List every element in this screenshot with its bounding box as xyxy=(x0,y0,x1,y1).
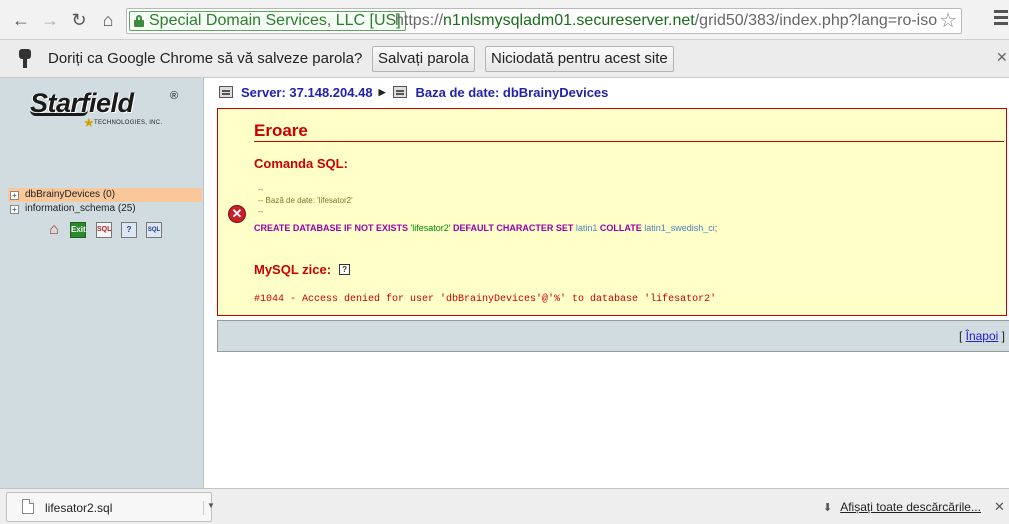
back-arrow-icon[interactable]: ← xyxy=(10,9,32,31)
sql-keyword: CREATE DATABASE IF NOT EXISTS xyxy=(254,223,409,233)
home-icon[interactable]: ⌂ xyxy=(46,222,62,238)
error-message: #1044 - Access denied for user 'dbBrainy… xyxy=(254,294,717,305)
file-icon xyxy=(22,499,34,514)
database-icon xyxy=(393,86,408,98)
breadcrumb: Server: 37.148.204.48 ▶ Baza de date: db… xyxy=(219,84,608,100)
url-path: /grid50/383/index.php?lang=ro-iso xyxy=(694,12,938,29)
download-filename[interactable]: lifesator2.sql xyxy=(45,501,112,515)
download-arrow-icon: ⬇ xyxy=(823,501,833,514)
error-icon: ✕ xyxy=(228,205,246,223)
help-icon[interactable]: ? xyxy=(339,264,351,275)
close-icon[interactable]: ✕ xyxy=(994,499,1005,515)
url-scheme: https:// xyxy=(395,12,444,29)
password-prompt: Doriți ca Google Chrome să vă salveze pa… xyxy=(48,50,363,67)
server-icon xyxy=(219,86,233,98)
logo-star-icon: ★ xyxy=(83,115,95,130)
breadcrumb-server[interactable]: Server: 37.148.204.48 xyxy=(241,85,373,100)
mysql-says-heading: MySQL zice: ? xyxy=(254,262,351,277)
never-save-button[interactable]: Niciodată pentru acest site xyxy=(485,46,674,72)
chevron-down-icon[interactable]: ▼ xyxy=(203,501,215,515)
show-all-downloads-link[interactable]: ⬇ Afișați toate descărcările... xyxy=(823,500,981,514)
home-icon[interactable]: ⌂ xyxy=(97,9,119,31)
sql-icon[interactable]: SQL xyxy=(96,222,112,238)
sql-comment-lines: -- -- Bază de date: 'lifesator2' -- xyxy=(258,185,353,216)
download-item[interactable]: lifesator2.sql ▼ xyxy=(6,492,215,522)
logo-subtitle: TECHNOLOGIES, INC. xyxy=(94,120,163,126)
expand-icon[interactable]: + xyxy=(10,191,19,200)
query-icon[interactable]: SQL xyxy=(146,222,162,238)
breadcrumb-database[interactable]: Baza de date: dbBrainyDevices xyxy=(415,85,608,100)
url-host: n1nlsmysqladm01.secureserver.net xyxy=(443,12,695,29)
database-tree: + dbBrainyDevices (0) + information_sche… xyxy=(8,188,202,216)
sql-collation: latin1_swedish_ci xyxy=(644,223,715,233)
back-link-wrapper: [ Înapoi ] xyxy=(959,329,1005,343)
error-panel: ✕ Eroare Comanda SQL: -- -- Bază de date… xyxy=(217,108,1007,316)
close-icon[interactable]: ✕ xyxy=(996,49,1008,66)
breadcrumb-arrow-icon: ▶ xyxy=(378,86,386,97)
mysql-says-label: MySQL zice: xyxy=(254,262,332,277)
tree-item-label[interactable]: information_schema (25) xyxy=(25,203,136,214)
main-content-frame: Server: 37.148.204.48 ▶ Baza de date: db… xyxy=(205,78,1009,488)
save-password-button[interactable]: Salvați parola xyxy=(372,46,475,72)
sql-keyword: COLLATE xyxy=(599,223,642,233)
sql-keyword: DEFAULT CHARACTER SET xyxy=(453,223,574,233)
password-infobar: Doriți ca Google Chrome să vă salveze pa… xyxy=(0,40,1009,78)
tree-item-dbbrainydevices[interactable]: + dbBrainyDevices (0) xyxy=(8,188,202,202)
exit-icon[interactable]: Exit xyxy=(70,222,86,238)
sql-charset: latin1 xyxy=(575,223,598,233)
bookmark-star-icon[interactable]: ☆ xyxy=(939,10,957,32)
url-text[interactable]: https://n1nlsmysqladm01.secureserver.net… xyxy=(395,12,937,30)
sql-terminator: ; xyxy=(714,223,718,233)
lock-icon xyxy=(134,15,144,27)
docs-icon[interactable]: ? xyxy=(121,222,137,238)
reload-icon[interactable]: ↻ xyxy=(68,9,90,31)
download-bar: lifesator2.sql ▼ ⬇ Afișați toate descărc… xyxy=(0,488,1009,524)
expand-icon[interactable]: + xyxy=(10,205,19,214)
browser-toolbar: ← → ↻ ⌂ Special Domain Services, LLC [US… xyxy=(0,0,1009,40)
logo-swoosh xyxy=(30,110,88,116)
sql-statement: CREATE DATABASE IF NOT EXISTS 'lifesator… xyxy=(254,223,717,233)
bracket-close: ] xyxy=(998,329,1005,343)
address-bar[interactable]: Special Domain Services, LLC [US] https:… xyxy=(126,8,962,34)
tree-item-information-schema[interactable]: + information_schema (25) xyxy=(8,202,202,216)
sql-database-name: 'lifesator2' xyxy=(410,223,451,233)
error-title: Eroare xyxy=(254,121,308,140)
tree-item-label[interactable]: dbBrainyDevices (0) xyxy=(25,189,115,200)
key-icon xyxy=(19,49,31,69)
show-all-downloads-label[interactable]: Afișați toate descărcările... xyxy=(840,500,981,514)
starfield-logo[interactable]: Starfield ® ★ TECHNOLOGIES, INC. xyxy=(24,88,194,136)
ev-certificate-badge[interactable]: Special Domain Services, LLC [US] xyxy=(129,11,406,31)
logo-registered-mark: ® xyxy=(170,90,179,102)
forward-arrow-icon[interactable]: → xyxy=(39,9,61,31)
back-bar: [ Înapoi ] xyxy=(217,320,1009,352)
chrome-menu-icon[interactable] xyxy=(994,10,1008,28)
sql-command-heading: Comanda SQL: xyxy=(254,156,348,171)
left-navigation-frame: Starfield ® ★ TECHNOLOGIES, INC. ⌂ Exit … xyxy=(0,78,204,488)
bracket-open: [ xyxy=(958,329,966,343)
back-link[interactable]: Înapoi xyxy=(966,329,999,343)
error-divider xyxy=(254,141,1004,142)
ev-label: Special Domain Services, LLC [US] xyxy=(149,12,401,29)
